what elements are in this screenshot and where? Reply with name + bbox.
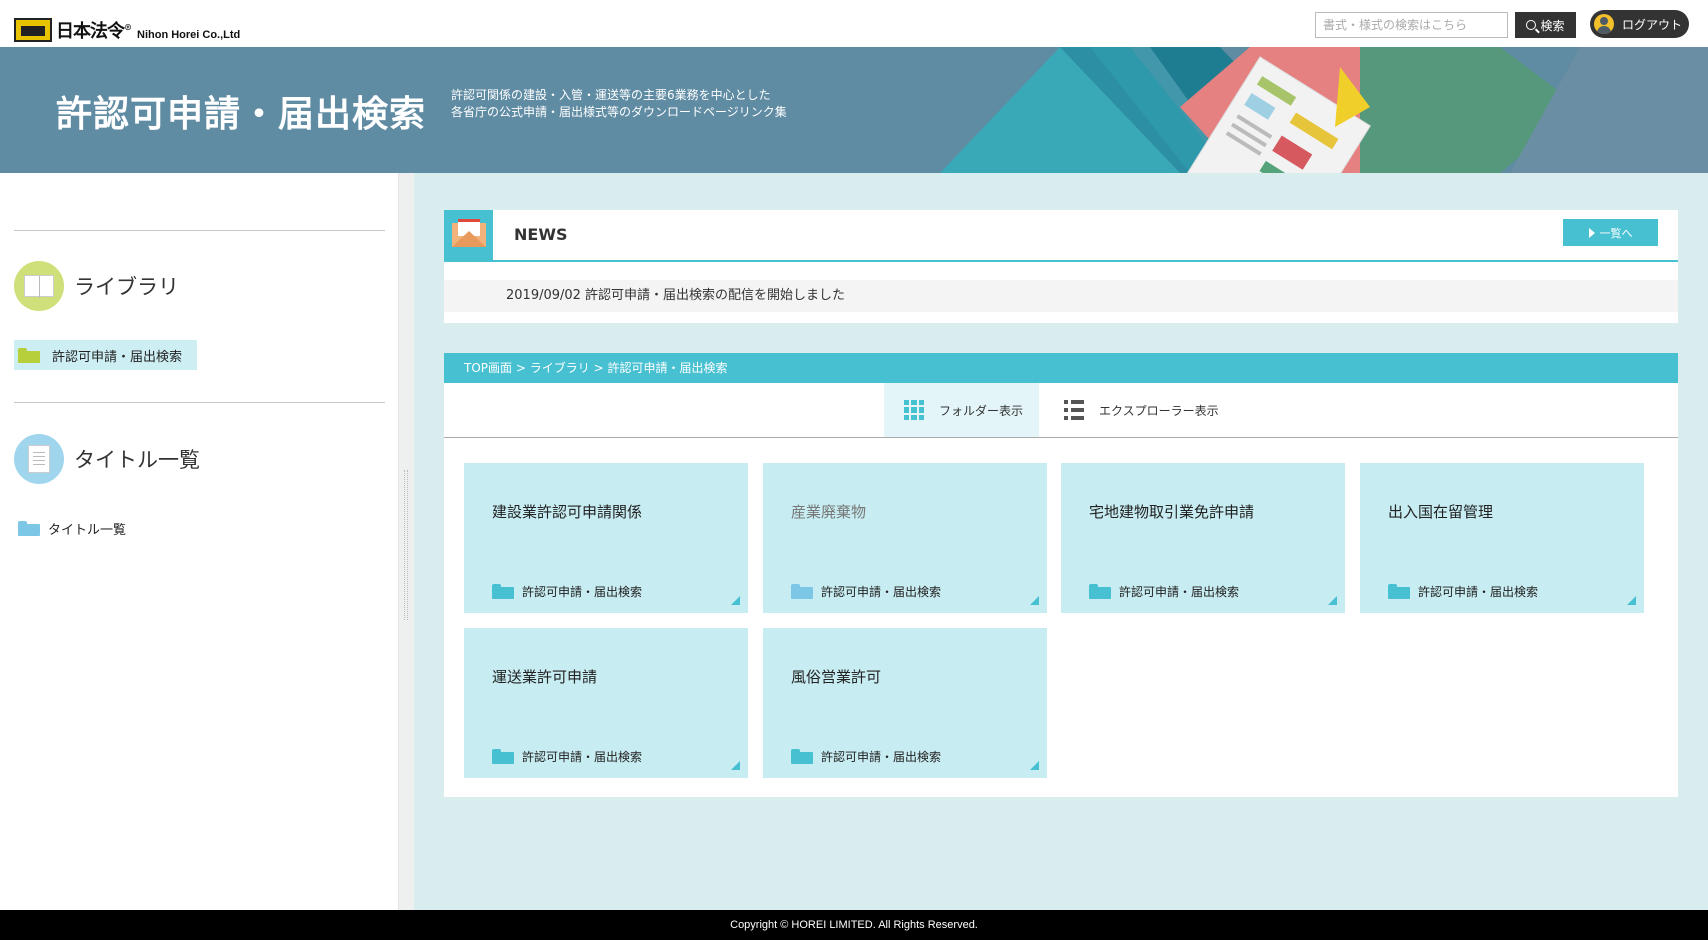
play-arrow-icon — [1588, 227, 1595, 238]
mail-icon — [444, 210, 493, 260]
tab-explorer-view-label: エクスプローラー表示 — [1099, 403, 1219, 418]
sidebar-heading-titles: タイトル一覧 — [14, 434, 200, 484]
folder-card[interactable]: 運送業許可申請 許認可申請・届出検索 — [464, 628, 748, 778]
library-panel: TOP画面 > ライブラリ > 許認可申請・届出検索 フォルダー表示 エクスプロ… — [444, 353, 1678, 797]
folder-icon — [18, 520, 40, 536]
folder-icon — [791, 584, 813, 599]
sidebar-divider — [14, 230, 385, 231]
tab-explorer-view[interactable]: エクスプローラー表示 — [1064, 383, 1244, 437]
news-list-button[interactable]: 一覧へ — [1563, 219, 1658, 246]
page-banner: 許認可申請・届出検索 許認可関係の建設・入管・運送等の主要6業務を中心とした 各… — [0, 47, 1708, 173]
card-folder-label: 許認可申請・届出検索 — [1418, 585, 1539, 599]
corner-triangle-icon — [1030, 761, 1039, 770]
folder-icon — [492, 584, 514, 599]
news-divider — [444, 260, 1678, 262]
tab-folder-view[interactable]: フォルダー表示 — [884, 383, 1039, 437]
card-folder-label: 許認可申請・届出検索 — [522, 750, 643, 764]
card-folder-label: 許認可申請・届出検索 — [821, 585, 942, 599]
banner-illustration — [940, 47, 1708, 173]
news-list-label: 一覧へ — [1599, 227, 1633, 240]
folder-icon — [791, 749, 813, 764]
corner-triangle-icon — [731, 761, 740, 770]
search-button[interactable]: 検索 — [1515, 12, 1576, 38]
breadcrumb-top[interactable]: TOP画面 — [464, 361, 512, 375]
footer: Copyright © HOREI LIMITED. All Rights Re… — [0, 910, 1708, 940]
breadcrumb-separator: > — [515, 361, 526, 375]
news-item[interactable]: 2019/09/02 許認可申請・届出検索の配信を開始しました — [444, 280, 1678, 312]
tab-folder-view-label: フォルダー表示 — [939, 403, 1024, 418]
card-folder: 許認可申請・届出検索 — [791, 583, 941, 600]
search-input[interactable] — [1315, 12, 1508, 38]
breadcrumb-library[interactable]: ライブラリ — [530, 361, 590, 375]
search-button-label: 検索 — [1540, 18, 1565, 33]
corner-triangle-icon — [1328, 596, 1337, 605]
corner-triangle-icon — [731, 596, 740, 605]
sidebar: ライブラリ 許認可申請・届出検索 タイトル一覧 タイトル一覧 — [0, 173, 398, 910]
page-subtitle: 許認可関係の建設・入管・運送等の主要6業務を中心とした 各省庁の公式申請・届出様… — [451, 87, 787, 121]
sidebar-item-title-list[interactable]: タイトル一覧 — [18, 516, 126, 540]
card-folder: 許認可申請・届出検索 — [1089, 583, 1239, 600]
sidebar-heading-library: ライブラリ — [14, 261, 179, 311]
logout-button[interactable]: ログアウト — [1590, 10, 1689, 38]
sidebar-divider — [14, 402, 385, 403]
card-folder: 許認可申請・届出検索 — [492, 748, 642, 765]
top-bar: 日本法令® Nihon Horei Co.,Ltd 検索 ログアウト — [0, 0, 1708, 47]
sidebar-item-library-search[interactable]: 許認可申請・届出検索 — [14, 340, 197, 370]
grid-icon — [904, 400, 924, 420]
breadcrumb-separator: > — [593, 361, 604, 375]
logout-label: ログアウト — [1622, 17, 1683, 32]
library-heading-label: ライブラリ — [74, 275, 179, 299]
card-folder-label: 許認可申請・届出検索 — [821, 750, 942, 764]
search-icon — [1526, 20, 1537, 30]
view-mode-tabs: フォルダー表示 エクスプローラー表示 — [444, 383, 1678, 438]
card-title: 風俗営業許可 — [791, 668, 882, 686]
folder-card[interactable]: 建設業許認可申請関係 許認可申請・届出検索 — [464, 463, 748, 613]
corner-triangle-icon — [1627, 596, 1636, 605]
logo-japanese-name: 日本法令® — [56, 21, 132, 42]
card-title: 建設業許認可申請関係 — [492, 503, 643, 521]
copyright-text: Copyright © HOREI LIMITED. All Rights Re… — [730, 919, 978, 931]
card-folder: 許認可申請・届出検索 — [791, 748, 941, 765]
user-icon — [1594, 14, 1614, 34]
splitter-grip[interactable] — [404, 470, 408, 620]
news-title: NEWS — [514, 225, 568, 244]
card-title: 出入国在留管理 — [1388, 503, 1494, 521]
folder-card[interactable]: 宅地建物取引業免許申請 許認可申請・届出検索 — [1061, 463, 1345, 613]
corner-triangle-icon — [1030, 596, 1039, 605]
title-list-icon — [14, 434, 64, 484]
library-icon — [14, 261, 64, 311]
logo-emblem-icon — [14, 18, 52, 42]
card-folder-label: 許認可申請・届出検索 — [1119, 585, 1240, 599]
card-folder: 許認可申請・届出検索 — [1388, 583, 1538, 600]
folder-icon — [1089, 584, 1111, 599]
folder-icon — [492, 749, 514, 764]
subtitle-line-1: 許認可関係の建設・入管・運送等の主要6業務を中心とした — [451, 88, 771, 102]
news-panel: NEWS 一覧へ 2019/09/02 許認可申請・届出検索の配信を開始しました — [444, 210, 1678, 323]
folder-card[interactable]: 風俗営業許可 許認可申請・届出検索 — [763, 628, 1047, 778]
card-title: 産業廃棄物 — [791, 503, 867, 521]
folder-card[interactable]: 産業廃棄物 許認可申請・届出検索 — [763, 463, 1047, 613]
card-folder: 許認可申請・届出検索 — [492, 583, 642, 600]
breadcrumb-current: 許認可申請・届出検索 — [607, 361, 728, 375]
folder-icon — [18, 347, 40, 363]
folder-card[interactable]: 出入国在留管理 許認可申請・届出検索 — [1360, 463, 1644, 613]
list-icon — [1064, 400, 1084, 420]
card-folder-label: 許認可申請・届出検索 — [522, 585, 643, 599]
logo-english-name: Nihon Horei Co.,Ltd — [137, 29, 241, 41]
card-title: 宅地建物取引業免許申請 — [1089, 503, 1255, 521]
titles-heading-label: タイトル一覧 — [74, 448, 200, 472]
company-logo[interactable]: 日本法令® Nihon Horei Co.,Ltd — [14, 17, 240, 43]
page-title: 許認可申請・届出検索 — [56, 94, 427, 135]
sidebar-item-label: 許認可申請・届出検索 — [52, 349, 183, 365]
folder-icon — [1388, 584, 1410, 599]
sidebar-item-label: タイトル一覧 — [48, 522, 127, 538]
breadcrumb: TOP画面 > ライブラリ > 許認可申請・届出検索 — [444, 353, 1678, 383]
subtitle-line-2: 各省庁の公式申請・届出様式等のダウンロードページリンク集 — [451, 105, 787, 119]
card-title: 運送業許可申請 — [492, 668, 598, 686]
